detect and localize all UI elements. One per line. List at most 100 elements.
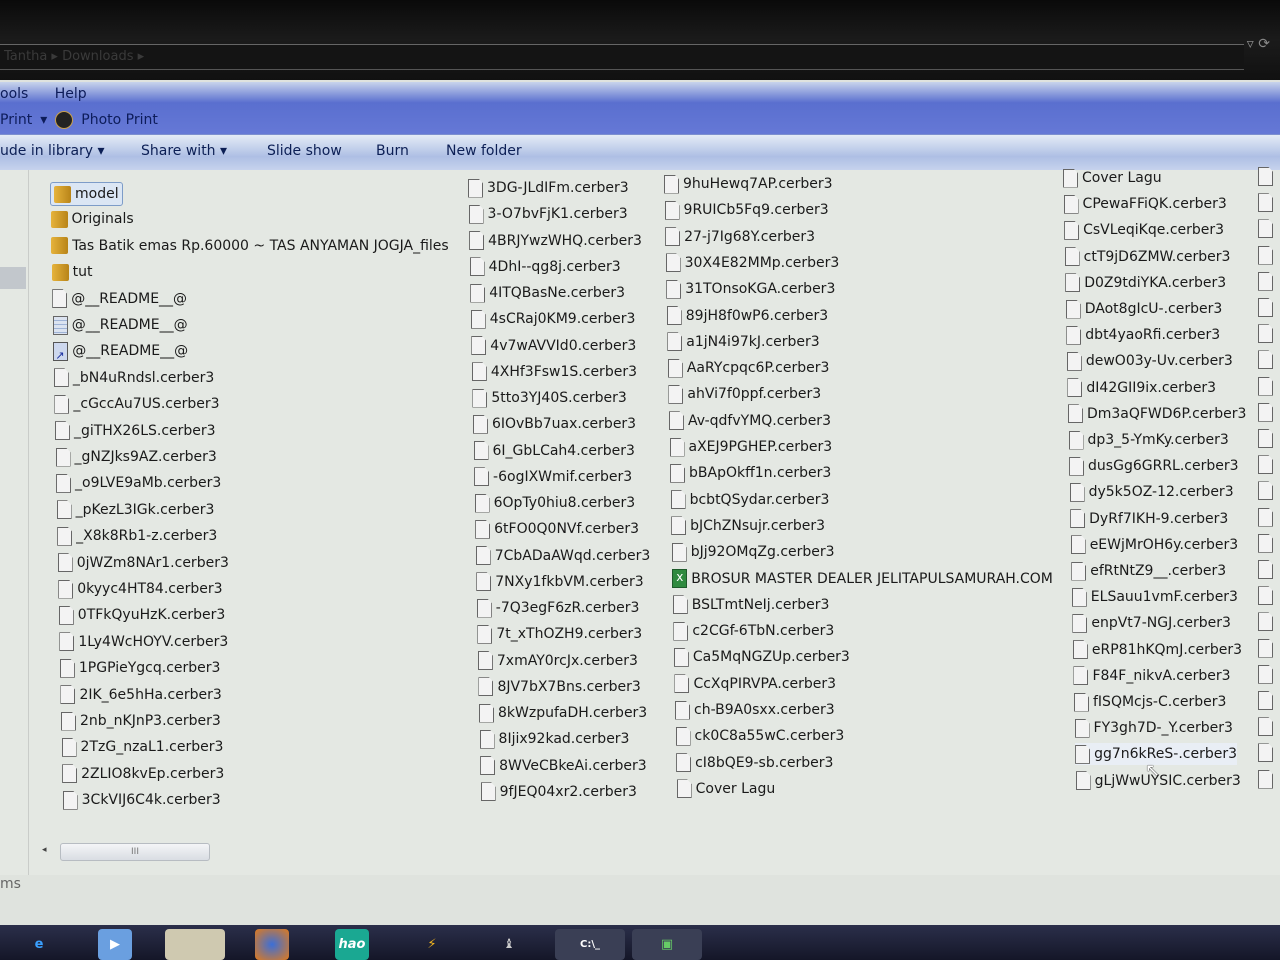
file-icon[interactable] xyxy=(1258,376,1273,396)
new-folder-button[interactable]: New folder xyxy=(446,143,522,159)
file-icon[interactable] xyxy=(1258,612,1273,632)
file-item[interactable]: -7Q3egF6zR.cerber3 xyxy=(476,597,639,619)
file-item[interactable]: dy5k5OZ-12.cerber3 xyxy=(1069,481,1234,503)
file-icon[interactable] xyxy=(1258,586,1273,606)
nav-selected-item[interactable] xyxy=(0,267,26,289)
file-item[interactable]: 4sCRaj0KM9.cerber3 xyxy=(470,308,635,330)
file-icon[interactable] xyxy=(1258,717,1273,737)
file-icon[interactable] xyxy=(1258,219,1273,239)
file-item[interactable]: c2CGf-6TbN.cerber3 xyxy=(673,620,834,642)
scroll-left-icon[interactable]: ◂ xyxy=(42,845,47,855)
file-icon[interactable] xyxy=(1258,560,1273,579)
file-item[interactable]: eRP81hKQmJ.cerber3 xyxy=(1072,639,1242,661)
file-item[interactable]: ch-B9A0sxx.cerber3 xyxy=(675,699,835,721)
file-item[interactable]: 7CbADaAWqd.cerber3 xyxy=(475,545,650,567)
task-manager-icon[interactable]: ▣ xyxy=(632,929,702,960)
file-item[interactable]: CsVLeqiKqe.cerber3 xyxy=(1064,219,1224,241)
file-item[interactable]: aXEJ9PGHEP.cerber3 xyxy=(669,436,832,458)
file-item[interactable]: CPewaFFiQK.cerber3 xyxy=(1063,193,1227,215)
file-item[interactable]: 89jH8f0wP6.cerber3 xyxy=(666,305,828,327)
file-item[interactable]: 8kWzpufaDH.cerber3 xyxy=(479,702,647,724)
file-item[interactable]: 0jWZm8NAr1.cerber3 xyxy=(57,552,229,574)
file-item[interactable]: dI42GII9ix.cerber3 xyxy=(1067,377,1216,399)
file-icon[interactable] xyxy=(1258,298,1273,317)
file-icon[interactable] xyxy=(1258,324,1273,344)
share-with-button[interactable]: Share with ▾ xyxy=(141,143,227,159)
file-item[interactable]: bcbtQSydar.cerber3 xyxy=(670,489,829,511)
file-item[interactable]: DAot8gIcU-.cerber3 xyxy=(1065,298,1222,320)
file-item[interactable]: D0Z9tdiYKA.cerber3 xyxy=(1065,272,1226,294)
file-item[interactable]: 9fJEQ04xr2.cerber3 xyxy=(480,781,637,803)
file-item[interactable]: 6tFO0Q0NVf.cerber3 xyxy=(475,518,639,540)
file-item[interactable]: _o9LVE9aMb.cerber3 xyxy=(56,472,221,494)
file-item[interactable]: ctT9jD6ZMW.cerber3 xyxy=(1064,246,1230,268)
burn-button[interactable]: Burn xyxy=(376,143,409,159)
file-item[interactable]: eEWjMrOH6y.cerber3 xyxy=(1070,534,1238,556)
file-item[interactable]: cI8bQE9-sb.cerber3 xyxy=(676,752,833,774)
file-item[interactable]: dbt4yaoRfi.cerber3 xyxy=(1066,324,1220,346)
photo-print-button[interactable]: Photo Print xyxy=(81,112,158,128)
file-item[interactable]: bBApOkff1n.cerber3 xyxy=(670,462,831,484)
folder-item[interactable]: Tas Batik emas Rp.60000 ~ TAS ANYAMAN JO… xyxy=(51,235,449,257)
file-icon[interactable] xyxy=(1258,402,1273,422)
file-item[interactable]: 2IK_6e5hHa.cerber3 xyxy=(60,684,222,706)
file-item[interactable]: 5tto3YJ40S.cerber3 xyxy=(472,387,627,409)
file-icon[interactable] xyxy=(1258,664,1273,684)
include-in-library-button[interactable]: ude in library ▾ xyxy=(0,143,105,159)
winamp-icon[interactable]: ⚡ xyxy=(415,929,449,960)
file-item[interactable]: 4ITQBasNe.cerber3 xyxy=(470,282,625,304)
file-item[interactable]: _cGccAu7US.cerber3 xyxy=(54,393,220,415)
file-item[interactable]: @__README__@ xyxy=(52,314,188,336)
address-dropdown-icon[interactable]: ▿ ⟳ xyxy=(1247,36,1270,52)
command-prompt-icon[interactable]: C:\_ xyxy=(555,929,625,960)
file-item[interactable]: AaRYcpqc6P.cerber3 xyxy=(667,357,829,379)
file-item[interactable]: 0kyyc4HT84.cerber3 xyxy=(58,578,223,600)
file-item[interactable]: 27-j7Ig68Y.cerber3 xyxy=(665,226,815,248)
file-icon[interactable] xyxy=(1258,769,1273,789)
file-item[interactable]: 4DhI--qg8j.cerber3 xyxy=(469,256,621,278)
file-item[interactable]: 3DG-JLdIFm.cerber3 xyxy=(468,177,629,199)
file-item[interactable]: 6OpTy0hiu8.cerber3 xyxy=(474,492,635,514)
file-item[interactable]: 8JV7bX7Bns.cerber3 xyxy=(478,676,641,698)
explorer-icon[interactable] xyxy=(165,929,225,960)
file-item[interactable]: ahVi7f0ppf.cerber3 xyxy=(668,383,821,405)
file-icon[interactable] xyxy=(1258,350,1273,370)
file-icon[interactable] xyxy=(1258,743,1273,763)
file-icon[interactable] xyxy=(1258,245,1273,265)
file-item[interactable]: _X8k8Rb1-z.cerber3 xyxy=(57,525,217,547)
file-icon[interactable] xyxy=(1258,167,1273,186)
file-item[interactable]: Cover Lagu xyxy=(1063,167,1162,189)
file-item[interactable]: ck0C8a55wC.cerber3 xyxy=(675,725,844,747)
file-item[interactable]: dewO03y-Uv.cerber3 xyxy=(1066,350,1233,372)
file-item[interactable]: 31TOnsoKGA.cerber3 xyxy=(666,278,835,300)
chess-icon[interactable]: ♝ xyxy=(492,929,526,960)
file-item[interactable]: Ca5MqNGZUp.cerber3 xyxy=(673,646,850,668)
file-item[interactable]: 9RUICb5Fq9.cerber3 xyxy=(664,199,829,221)
file-item[interactable]: fISQMcjs-C.cerber3 xyxy=(1074,691,1226,713)
file-item[interactable]: a1jN4i97kJ.cerber3 xyxy=(667,331,820,353)
hao123-icon[interactable]: hao xyxy=(335,929,369,960)
navigation-pane[interactable] xyxy=(0,170,29,875)
horizontal-scrollbar-thumb[interactable]: III xyxy=(60,843,210,861)
file-item[interactable]: 8WVeCBkeAi.cerber3 xyxy=(480,755,647,777)
file-item[interactable]: F84F_nikvA.cerber3 xyxy=(1073,665,1231,687)
media-player-icon[interactable]: ▶ xyxy=(98,929,132,960)
file-item[interactable]: 2TzG_nzaL1.cerber3 xyxy=(61,736,223,758)
file-item[interactable]: Av-qdfvYMQ.cerber3 xyxy=(668,410,831,432)
file-item[interactable]: 2nb_nKJnP3.cerber3 xyxy=(61,710,221,732)
file-item[interactable]: Dm3aQFWD6P.cerber3 xyxy=(1067,403,1246,425)
file-item[interactable]: enpVt7-NGJ.cerber3 xyxy=(1072,612,1231,634)
file-item[interactable]: ELSauu1vmF.cerber3 xyxy=(1071,586,1238,608)
file-item[interactable]: FY3gh7D-_Y.cerber3 xyxy=(1074,717,1233,739)
file-item[interactable]: 30X4E82MMp.cerber3 xyxy=(665,252,839,274)
file-item[interactable]: 2ZLIO8kvEp.cerber3 xyxy=(62,763,224,785)
menu-help[interactable]: Help xyxy=(55,86,87,102)
file-icon[interactable] xyxy=(1258,533,1273,553)
file-item[interactable]: BROSUR MASTER DEALER JELITAPULSAMURAH.CO… xyxy=(672,568,1053,590)
file-item[interactable]: _giTHX26LS.cerber3 xyxy=(54,420,216,442)
file-icon[interactable] xyxy=(1258,638,1273,658)
file-item[interactable]: 6I_GbLCah4.cerber3 xyxy=(473,440,635,462)
folder-item[interactable]: tut xyxy=(51,261,93,283)
file-item[interactable]: efRtNtZ9__.cerber3 xyxy=(1071,560,1226,582)
file-icon[interactable] xyxy=(1258,481,1273,501)
